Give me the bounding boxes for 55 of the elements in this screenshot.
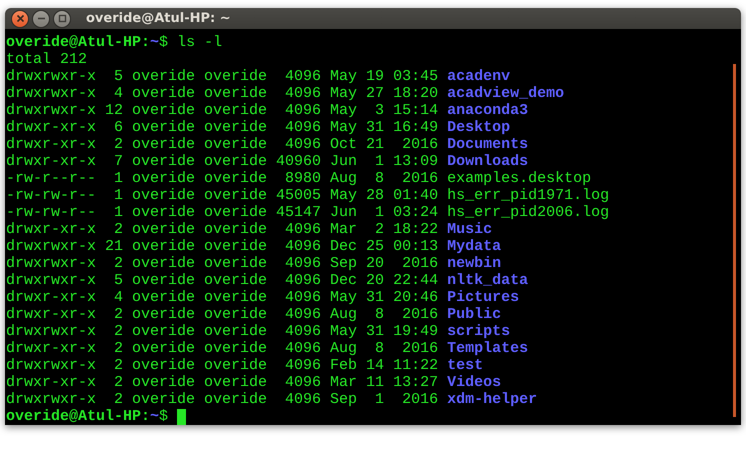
- total-line: total 212: [6, 51, 88, 68]
- listing-details: drwxr-xr-x 2 overide overide 4096 Aug 8 2016: [6, 306, 438, 323]
- listing-details: drwxrwxr-x 5 overide overide 4096 Dec 20 22:44: [6, 272, 438, 289]
- directory-name: Music: [447, 221, 492, 238]
- directory-name: Downloads: [447, 153, 528, 170]
- file-name: hs_err_pid1971.log: [447, 187, 610, 204]
- directory-name: acadenv: [447, 68, 510, 85]
- listing-details: drwxrwxr-x 12 overide overide 4096 May 3 15:14: [6, 102, 438, 119]
- file-name: hs_err_pid2006.log: [447, 204, 610, 221]
- listing-details: drwxr-xr-x 2 overide overide 4096 Aug 8 2016: [6, 340, 438, 357]
- command-text: ls -l: [177, 34, 222, 51]
- listing-details: drwxrwxr-x 2 overide overide 4096 Sep 20 2016: [6, 255, 438, 272]
- directory-name: anaconda3: [447, 102, 528, 119]
- directory-name: Videos: [447, 374, 502, 391]
- maximize-button[interactable]: [53, 10, 71, 28]
- directory-name: Desktop: [447, 119, 510, 136]
- directory-name: newbin: [447, 255, 502, 272]
- prompt-path: ~: [150, 408, 160, 425]
- listing-details: -rw-rw-r-- 1 overide overide 45005 May 28 01:40: [6, 187, 438, 204]
- listing-details: drwxr-xr-x 4 overide overide 4096 May 31 20:46: [6, 289, 438, 306]
- file-name: examples.desktop: [447, 170, 592, 187]
- maximize-icon: [58, 14, 66, 23]
- window-title: overide@Atul-HP: ~: [86, 11, 231, 26]
- directory-name: Templates: [447, 340, 528, 357]
- listing-details: -rw-rw-r-- 1 overide overide 45147 Jun 1 03:24: [6, 204, 438, 221]
- directory-name: test: [447, 357, 484, 374]
- directory-name: xdm-helper: [447, 391, 538, 408]
- directory-name: scripts: [447, 323, 510, 340]
- prompt-user-host: overide@Atul-HP:: [6, 34, 150, 51]
- minimize-button[interactable]: [32, 10, 50, 28]
- prompt-user-host: overide@Atul-HP:: [6, 408, 150, 425]
- directory-name: nltk_data: [447, 272, 528, 289]
- listing-details: -rw-r--r-- 1 overide overide 8980 Aug 8 2016: [6, 170, 438, 187]
- prompt-path: ~: [150, 34, 160, 51]
- directory-name: Pictures: [447, 289, 520, 306]
- listing-details: drwxrwxr-x 2 overide overide 4096 May 31 19:49: [6, 323, 438, 340]
- text-cursor: [177, 408, 186, 424]
- close-icon: [16, 14, 24, 23]
- listing-details: drwxrwxr-x 4 overide overide 4096 May 27 18:20: [6, 85, 438, 102]
- listing-details: drwxrwxr-x 2 overide overide 4096 Sep 1 2016: [6, 391, 438, 408]
- directory-name: Mydata: [447, 238, 502, 255]
- directory-name: Documents: [447, 136, 528, 153]
- listing-details: drwxr-xr-x 2 overide overide 4096 Oct 21 2016: [6, 136, 438, 153]
- listing-details: drwxrwxr-x 2 overide overide 4096 Feb 14 11:22: [6, 357, 438, 374]
- directory-name: acadview_demo: [447, 85, 564, 102]
- listing-details: drwxr-xr-x 2 overide overide 4096 Mar 11 13:27: [6, 374, 438, 391]
- listing-details: drwxrwxr-x 5 overide overide 4096 May 19 03:45: [6, 68, 438, 85]
- listing-details: drwxr-xr-x 6 overide overide 4096 May 31 16:49: [6, 119, 438, 136]
- listing-details: drwxrwxr-x 21 overide overide 4096 Dec 25 00:13: [6, 238, 438, 255]
- prompt-symbol: $: [159, 34, 168, 51]
- close-button[interactable]: [11, 10, 29, 28]
- listing-details: drwxr-xr-x 2 overide overide 4096 Mar 2 18:22: [6, 221, 438, 238]
- listing-details: drwxr-xr-x 7 overide overide 40960 Jun 1 13:09: [6, 153, 438, 170]
- directory-name: Public: [447, 306, 502, 323]
- prompt-symbol: $: [159, 408, 168, 425]
